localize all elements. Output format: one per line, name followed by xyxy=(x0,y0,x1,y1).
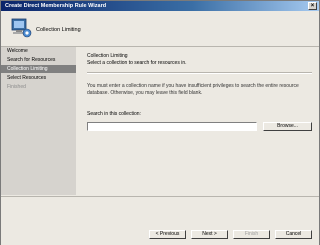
wizard-footer: < Previous Next > Finish Cancel xyxy=(1,196,319,245)
next-button[interactable]: Next > xyxy=(191,230,228,239)
wizard-window: Create Direct Membership Rule Wizard × C… xyxy=(0,0,320,245)
previous-button[interactable]: < Previous xyxy=(149,230,186,239)
divider xyxy=(87,72,312,74)
close-button[interactable]: × xyxy=(308,2,317,10)
wizard-header: Collection Limiting xyxy=(1,11,319,47)
search-collection-label: Search in this collection: xyxy=(87,111,141,117)
cancel-button[interactable]: Cancel xyxy=(275,230,312,239)
window-title: Create Direct Membership Rule Wizard xyxy=(5,3,107,9)
header-title: Collection Limiting xyxy=(36,27,81,33)
search-collection-input[interactable] xyxy=(87,122,257,131)
nav-item-welcome[interactable]: Welcome xyxy=(1,47,76,55)
title-bar[interactable]: Create Direct Membership Rule Wizard × xyxy=(1,1,319,11)
content-description: Select a collection to search for resour… xyxy=(87,60,187,66)
wizard-nav: Welcome Search for Resources Collection … xyxy=(1,47,76,195)
computer-monitor-icon xyxy=(11,18,32,38)
info-paragraph: You must enter a collection name if you … xyxy=(87,83,299,96)
nav-item-select-resources[interactable]: Select Resources xyxy=(1,74,76,82)
wizard-content: Collection Limiting Select a collection … xyxy=(76,47,319,195)
finish-button: Finish xyxy=(233,230,270,239)
nav-item-finished: Finished xyxy=(7,84,26,90)
content-title: Collection Limiting xyxy=(87,53,128,59)
browse-button[interactable]: Browse... xyxy=(263,122,312,131)
close-icon: × xyxy=(310,3,315,9)
nav-item-search-for-resources[interactable]: Search for Resources xyxy=(1,56,76,64)
nav-item-collection-limiting[interactable]: Collection Limiting xyxy=(1,65,76,73)
